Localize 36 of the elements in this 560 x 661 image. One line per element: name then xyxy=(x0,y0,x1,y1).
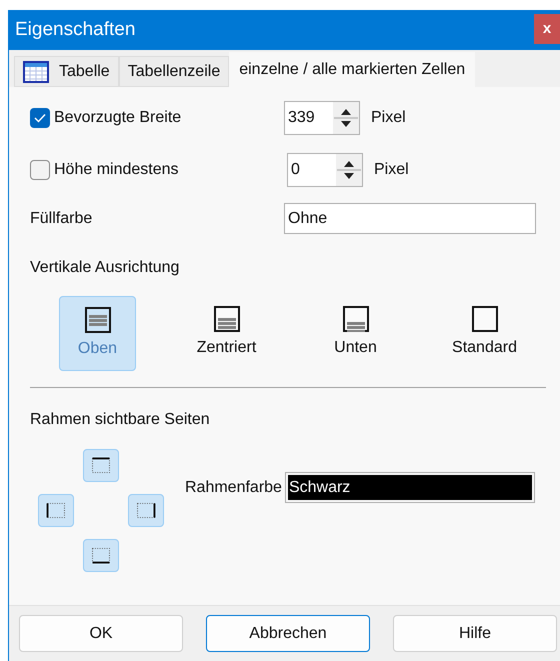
square-icon xyxy=(472,306,498,332)
spin-box[interactable]: 0 xyxy=(287,153,363,187)
alignment-option[interactable]: Unten xyxy=(317,296,394,371)
window-title: Eigenschaften xyxy=(15,18,136,42)
border-side-toggle[interactable] xyxy=(38,494,74,527)
lines-box-icon xyxy=(342,306,368,332)
spin-arrows-icon[interactable] xyxy=(336,154,362,186)
check-icon xyxy=(34,113,46,123)
tab[interactable]: einzelne / alle markierten Zellen xyxy=(229,52,476,87)
section-label: Rahmen sichtbare Seiten xyxy=(30,410,210,430)
checkbox-label: Höhe mindestens xyxy=(54,160,180,180)
spin-arrows-icon[interactable] xyxy=(333,102,359,134)
fill-color-field[interactable]: Ohne xyxy=(284,203,536,234)
border-side-toggle[interactable] xyxy=(83,449,119,482)
fill-color-label: Füllfarbe xyxy=(30,208,94,228)
unit-label: Pixel xyxy=(374,160,409,180)
dialog-button[interactable]: OK xyxy=(19,615,183,652)
alignment-option[interactable]: Standard xyxy=(446,296,523,371)
alignment-option[interactable]: Zentriert xyxy=(188,296,265,371)
border-side-toggle[interactable] xyxy=(128,494,164,527)
dialog-button[interactable]: Hilfe xyxy=(393,615,557,652)
lines-box-icon xyxy=(84,307,110,333)
border-side-toggle[interactable] xyxy=(83,539,119,572)
section-label: Vertikale Ausrichtung xyxy=(30,258,180,278)
border-color-field[interactable]: Schwarz xyxy=(284,472,535,503)
tab[interactable]: Tabelle xyxy=(14,56,119,87)
lines-box-icon xyxy=(214,306,240,332)
unit-label: Pixel xyxy=(371,108,406,128)
tab[interactable]: Tabellenzeile xyxy=(118,56,230,87)
close-button[interactable]: x xyxy=(534,14,560,44)
checkbox[interactable] xyxy=(30,160,50,180)
checkbox-label: Bevorzugte Breite xyxy=(54,108,182,128)
spin-box[interactable]: 339 xyxy=(284,101,360,135)
border-color-label: Rahmenfarbe xyxy=(185,478,282,498)
checkbox[interactable] xyxy=(30,108,50,128)
dialog-button[interactable]: Abbrechen xyxy=(206,615,370,652)
